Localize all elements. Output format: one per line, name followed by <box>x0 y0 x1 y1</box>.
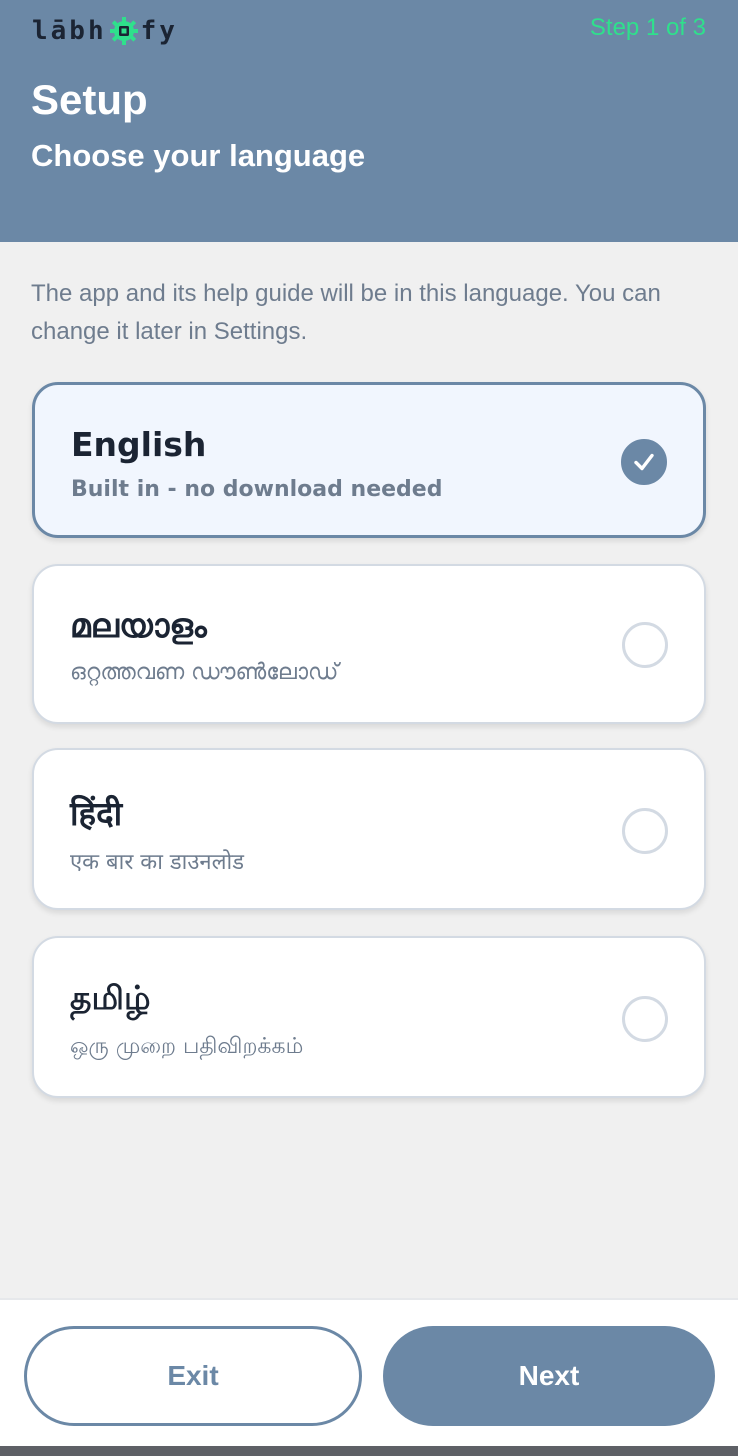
description-text: The app and its help guide will be in th… <box>31 280 661 345</box>
brand-suffix: fy <box>140 16 178 46</box>
language-name: English <box>71 425 207 464</box>
radio-unchecked[interactable] <box>622 622 668 668</box>
brand-logo: lābh fy <box>32 14 178 48</box>
language-option-malayalam[interactable]: മലയാളം ഒറ്റത്തവണ ഡൗൺലോഡ് <box>32 564 706 724</box>
footer-bar: Exit Next <box>0 1298 738 1446</box>
header: lābh fy Step 1 of 3 Setup Choose your la… <box>0 0 738 242</box>
language-name: മലയാളം <box>70 606 207 645</box>
page-title: Setup <box>31 76 148 123</box>
step-indicator: Step 1 of 3 <box>589 14 706 41</box>
language-name: हिंदी <box>70 794 123 833</box>
language-option-english[interactable]: English Built in - no download needed <box>32 382 706 538</box>
radio-unchecked[interactable] <box>622 996 668 1042</box>
language-note: Built in - no download needed <box>71 477 443 502</box>
language-note: ഒറ്റത്തവണ ഡൗൺലോഡ് <box>70 660 339 685</box>
gear-chip-icon <box>109 17 138 45</box>
language-note: एक बार का डाउनलोड <box>70 850 245 875</box>
radio-unchecked[interactable] <box>622 808 668 854</box>
check-icon <box>634 453 654 471</box>
exit-button[interactable]: Exit <box>24 1326 362 1426</box>
language-note: ஒரு முறை பதிவிறக்கம் <box>70 1034 304 1059</box>
radio-checked[interactable] <box>621 439 667 485</box>
brand-prefix: lābh <box>32 16 107 46</box>
language-option-tamil[interactable]: தமிழ் ஒரு முறை பதிவிறக்கம் <box>32 936 706 1098</box>
language-name: தமிழ் <box>70 978 151 1017</box>
page-subtitle: Choose your language <box>31 138 366 173</box>
next-button[interactable]: Next <box>383 1326 715 1426</box>
system-nav-bar <box>0 1446 738 1456</box>
language-option-hindi[interactable]: हिंदी एक बार का डाउनलोड <box>32 748 706 910</box>
